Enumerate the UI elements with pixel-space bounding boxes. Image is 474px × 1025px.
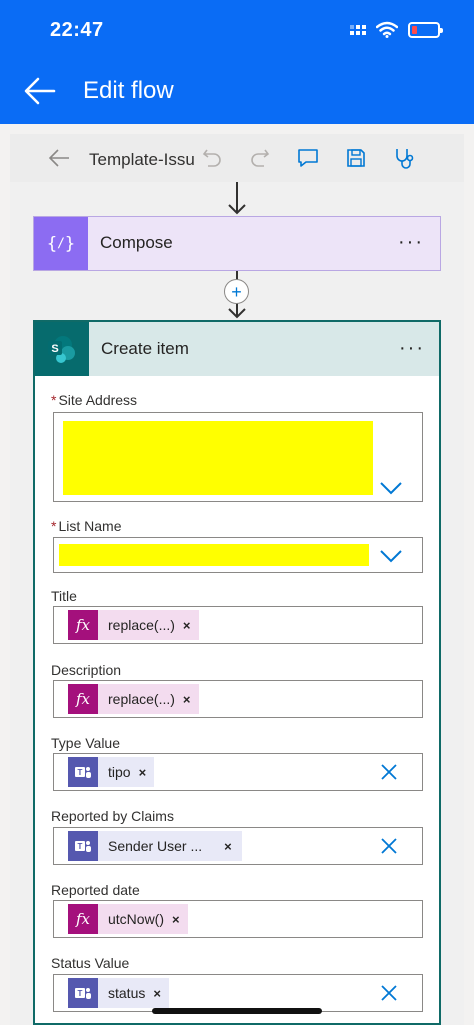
card-header[interactable]: S Create item ··· [35, 322, 439, 376]
title-field[interactable]: fx replace(...) × [53, 606, 423, 644]
more-options-icon[interactable]: ··· [399, 337, 425, 360]
svg-text:T: T [78, 768, 83, 777]
page-title: Edit flow [83, 77, 174, 104]
remove-token-button[interactable]: × [183, 692, 191, 707]
description-label: Description [51, 662, 122, 678]
status-value-label: Status Value [51, 955, 130, 971]
expression-icon: fx [68, 684, 98, 714]
wifi-icon [376, 21, 398, 38]
home-indicator[interactable] [152, 1008, 322, 1014]
battery-icon [408, 21, 443, 38]
remove-token-button[interactable]: × [224, 839, 232, 854]
reported-by-field[interactable]: T Sender User ... × [53, 827, 423, 865]
expression-icon: fx [68, 904, 98, 934]
sharepoint-icon: S [35, 322, 89, 376]
flow-checker-icon[interactable] [394, 147, 416, 171]
reported-by-label: Reported by Claims [51, 808, 174, 824]
token-label: tipo [108, 764, 131, 780]
designer-toolbar: Template-Issu [10, 134, 464, 182]
compose-action-card[interactable]: {∕} Compose ··· [33, 216, 441, 271]
site-address-field[interactable] [53, 412, 423, 502]
dynamic-content-token[interactable]: T status × [68, 978, 169, 1008]
teams-icon: T [68, 757, 98, 787]
flow-canvas: Template-Issu {∕} Compose ··· + S Create… [10, 134, 464, 1025]
clear-icon[interactable] [380, 984, 398, 1002]
token-label: Sender User ... [108, 838, 203, 854]
remove-token-button[interactable]: × [153, 986, 161, 1001]
site-address-label: * Site Address [51, 392, 138, 408]
type-value-field[interactable]: T tipo × [53, 753, 423, 791]
card-title: Create item [101, 339, 189, 358]
remove-token-button[interactable]: × [183, 618, 191, 633]
token-label: replace(...) [108, 617, 175, 633]
signal-icon [350, 24, 366, 35]
description-field[interactable]: fx replace(...) × [53, 680, 423, 718]
undo-icon[interactable] [202, 147, 222, 169]
svg-text:T: T [78, 989, 83, 998]
type-value-label: Type Value [51, 735, 121, 751]
remove-token-button[interactable]: × [139, 765, 147, 780]
compose-title: Compose [100, 233, 173, 252]
clear-icon[interactable] [380, 837, 398, 855]
svg-text:T: T [78, 842, 83, 851]
chevron-down-icon[interactable] [380, 549, 402, 563]
expression-token[interactable]: fx utcNow() × [68, 904, 188, 934]
reported-date-label: Reported date [51, 882, 140, 898]
clear-icon[interactable] [380, 763, 398, 781]
create-item-action-card: S Create item ··· * Site Address * List Na… [33, 320, 441, 1025]
save-icon[interactable] [346, 148, 366, 168]
expression-icon: fx [68, 610, 98, 640]
chevron-down-icon[interactable] [380, 481, 402, 495]
status-value-field[interactable]: T status × [53, 974, 423, 1012]
token-label: utcNow() [108, 911, 165, 927]
list-name-field[interactable] [53, 537, 423, 573]
list-name-label: * List Name [51, 518, 122, 534]
teams-icon: T [68, 831, 98, 861]
curly-braces-icon: {∕} [34, 217, 88, 270]
reported-date-field[interactable]: fx utcNow() × [53, 900, 423, 938]
dynamic-content-token[interactable]: T Sender User ... × [68, 831, 242, 861]
token-label: replace(...) [108, 691, 175, 707]
token-label: status [108, 985, 146, 1001]
dynamic-content-token[interactable]: T tipo × [68, 757, 155, 787]
svg-text:S: S [51, 343, 58, 355]
add-step-button[interactable]: + [224, 279, 249, 304]
redo-icon[interactable] [250, 147, 270, 169]
expression-token[interactable]: fx replace(...) × [68, 610, 199, 640]
app-bar: 22:47 Edit flow [0, 0, 474, 124]
status-time: 22:47 [50, 19, 104, 41]
comment-icon[interactable] [297, 148, 319, 168]
status-icons [350, 21, 443, 38]
teams-icon: T [68, 978, 98, 1008]
expression-token[interactable]: fx replace(...) × [68, 684, 199, 714]
remove-token-button[interactable]: × [172, 912, 180, 927]
redacted-value [59, 544, 369, 566]
back-arrow-icon[interactable] [24, 76, 56, 106]
more-options-icon[interactable]: ··· [398, 231, 424, 254]
title-label: Title [51, 588, 77, 604]
flow-arrow [228, 182, 246, 215]
back-icon[interactable] [48, 148, 70, 168]
redacted-value [63, 421, 373, 495]
flow-name: Template-Issu [89, 150, 195, 169]
